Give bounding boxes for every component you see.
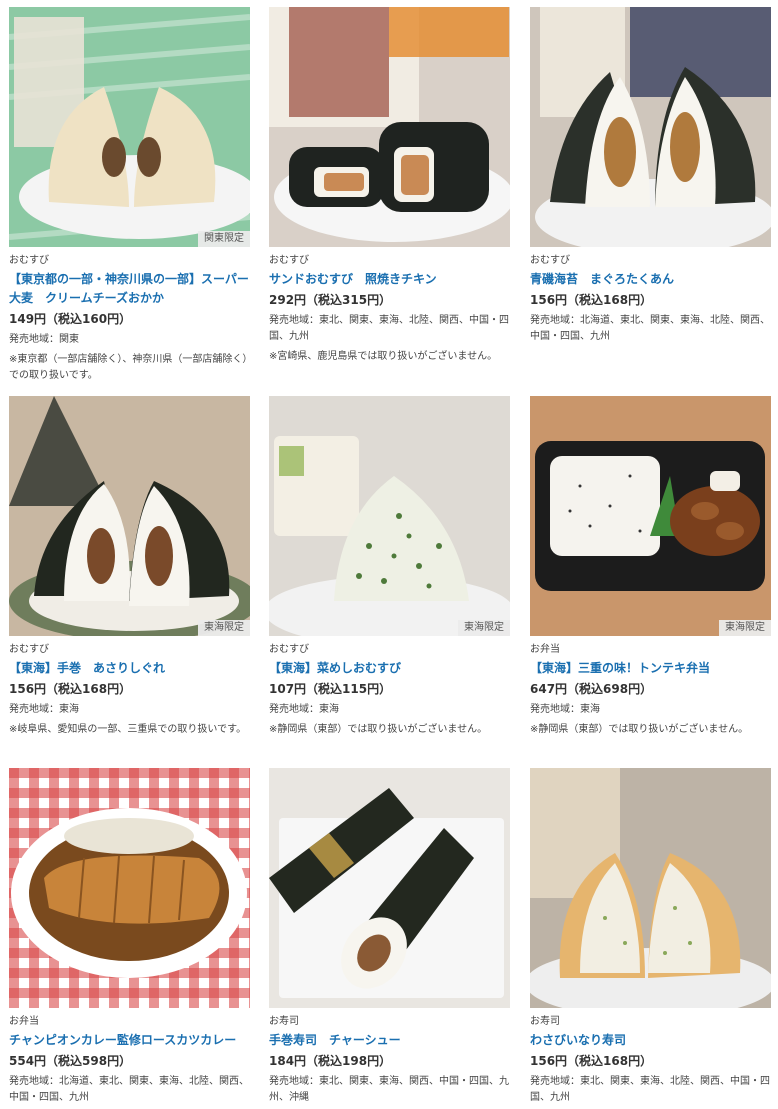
product-card[interactable]: 東海限定 お弁当 【東海】三重の味！トンテキ弁当 647円（税込698円） 発売… — [530, 396, 771, 738]
sales-area: 発売地域：東海 — [9, 704, 79, 715]
sales-area: 発売地域：東北、関東、東海、北陸、関西、中国・四国、九州 — [530, 1076, 770, 1103]
product-category: お寿司 — [269, 1016, 299, 1027]
product-price: 149円（税込160円） — [9, 312, 132, 326]
product-price: 184円（税込198円） — [269, 1054, 392, 1068]
product-name-link[interactable]: わさびいなり寿司 — [530, 1031, 771, 1050]
sales-area: 発売地域：北海道、東北、関東、東海、北陸、関西、中国・四国、九州 — [530, 315, 770, 342]
product-card[interactable]: 東海限定 おむすび 【東海】菜めしおむすび 107円（税込115円） 発売地域：… — [269, 396, 510, 738]
sales-area: 発売地域：関東 — [9, 334, 79, 345]
product-image[interactable]: 東海限定 — [269, 396, 510, 636]
tonteki-bento-image — [530, 396, 771, 636]
product-name-link[interactable]: サンドおむすび 照焼きチキン — [269, 270, 510, 289]
product-image[interactable] — [9, 768, 250, 1008]
product-image[interactable]: 東海限定 — [9, 396, 250, 636]
product-name-link[interactable]: 【東海】三重の味！トンテキ弁当 — [530, 659, 771, 678]
product-card[interactable]: おむすび サンドおむすび 照焼きチキン 292円（税込315円） 発売地域：東北… — [269, 7, 510, 365]
inari-sushi-image — [530, 768, 771, 1008]
product-category: お寿司 — [530, 1016, 560, 1027]
katsu-curry-image — [9, 768, 250, 1008]
product-price: 156円（税込168円） — [9, 682, 132, 696]
product-name-link[interactable]: 手巻寿司 チャーシュー — [269, 1031, 510, 1050]
product-category: おむすび — [9, 255, 49, 266]
sandwich-onigiri-image — [269, 7, 510, 247]
product-name-link[interactable]: 【東海】菜めしおむすび — [269, 659, 510, 678]
product-name-link[interactable]: 青磯海苔 まぐろたくあん — [530, 270, 771, 289]
product-image[interactable] — [530, 7, 771, 247]
sales-area: 発売地域：北海道、東北、関東、東海、北陸、関西、中国・四国、九州 — [9, 1076, 249, 1103]
sales-area: 発売地域：東北、関東、東海、関西、中国・四国、九州、沖縄 — [269, 1076, 509, 1103]
product-card[interactable]: お寿司 わさびいなり寿司 156円（税込168円） 発売地域：東北、関東、東海、… — [530, 768, 771, 1106]
product-price: 156円（税込168円） — [530, 1054, 653, 1068]
product-name-link[interactable]: 【東京都の一部・神奈川県の一部】スーパー大麦 クリームチーズおかか — [9, 270, 250, 308]
product-price: 107円（税込115円） — [269, 682, 392, 696]
product-category: お弁当 — [530, 644, 560, 655]
product-image[interactable]: 関東限定 — [9, 7, 250, 247]
product-name-link[interactable]: 【東海】手巻 あさりしぐれ — [9, 659, 250, 678]
greens-onigiri-image — [269, 396, 510, 636]
product-category: おむすび — [269, 644, 309, 655]
product-price: 647円（税込698円） — [530, 682, 653, 696]
availability-note: ※静岡県（東部）では取り扱いがございません。 — [269, 724, 488, 735]
product-category: おむすび — [9, 644, 49, 655]
region-limited-badge: 東海限定 — [719, 620, 771, 636]
availability-note: ※宮崎県、鹿児島県では取り扱いがございません。 — [269, 351, 498, 362]
product-category: おむすび — [530, 255, 570, 266]
product-card[interactable]: 東海限定 おむすび 【東海】手巻 あさりしぐれ 156円（税込168円） 発売地… — [9, 396, 250, 738]
availability-note: ※静岡県（東部）では取り扱いがございません。 — [530, 724, 749, 735]
product-image[interactable]: 東海限定 — [530, 396, 771, 636]
product-category: おむすび — [269, 255, 309, 266]
product-card[interactable]: お弁当 チャンピオンカレー監修ロースカツカレー 554円（税込598円） 発売地… — [9, 768, 250, 1106]
sales-area: 発売地域：東海 — [269, 704, 339, 715]
sales-area: 発売地域：東北、関東、東海、北陸、関西、中国・四国、九州 — [269, 315, 509, 342]
product-card[interactable]: おむすび 青磯海苔 まぐろたくあん 156円（税込168円） 発売地域：北海道、… — [530, 7, 771, 345]
product-category: お弁当 — [9, 1016, 39, 1027]
product-price: 292円（税込315円） — [269, 293, 392, 307]
product-image[interactable] — [269, 7, 510, 247]
product-grid: 関東限定 おむすび 【東京都の一部・神奈川県の一部】スーパー大麦 クリームチーズ… — [0, 0, 778, 1109]
temaki-sushi-image — [269, 768, 510, 1008]
availability-note: ※岐阜県、愛知県の一部、三重県での取り扱いです。 — [9, 724, 247, 735]
region-limited-badge: 東海限定 — [458, 620, 510, 636]
product-card[interactable]: 関東限定 おむすび 【東京都の一部・神奈川県の一部】スーパー大麦 クリームチーズ… — [9, 7, 250, 384]
region-limited-badge: 関東限定 — [198, 231, 250, 247]
clam-onigiri-image — [9, 396, 250, 636]
product-card[interactable]: お寿司 手巻寿司 チャーシュー 184円（税込198円） 発売地域：東北、関東、… — [269, 768, 510, 1106]
product-name-link[interactable]: チャンピオンカレー監修ロースカツカレー — [9, 1031, 250, 1050]
product-image[interactable] — [269, 768, 510, 1008]
region-limited-badge: 東海限定 — [198, 620, 250, 636]
sales-area: 発売地域：東海 — [530, 704, 600, 715]
availability-note: ※東京都（一部店舗除く）、神奈川県（一部店舗除く）での取り扱いです。 — [9, 354, 248, 381]
tuna-onigiri-image — [530, 7, 771, 247]
product-image[interactable] — [530, 768, 771, 1008]
product-price: 554円（税込598円） — [9, 1054, 132, 1068]
product-price: 156円（税込168円） — [530, 293, 653, 307]
barley-onigiri-image — [9, 7, 250, 247]
